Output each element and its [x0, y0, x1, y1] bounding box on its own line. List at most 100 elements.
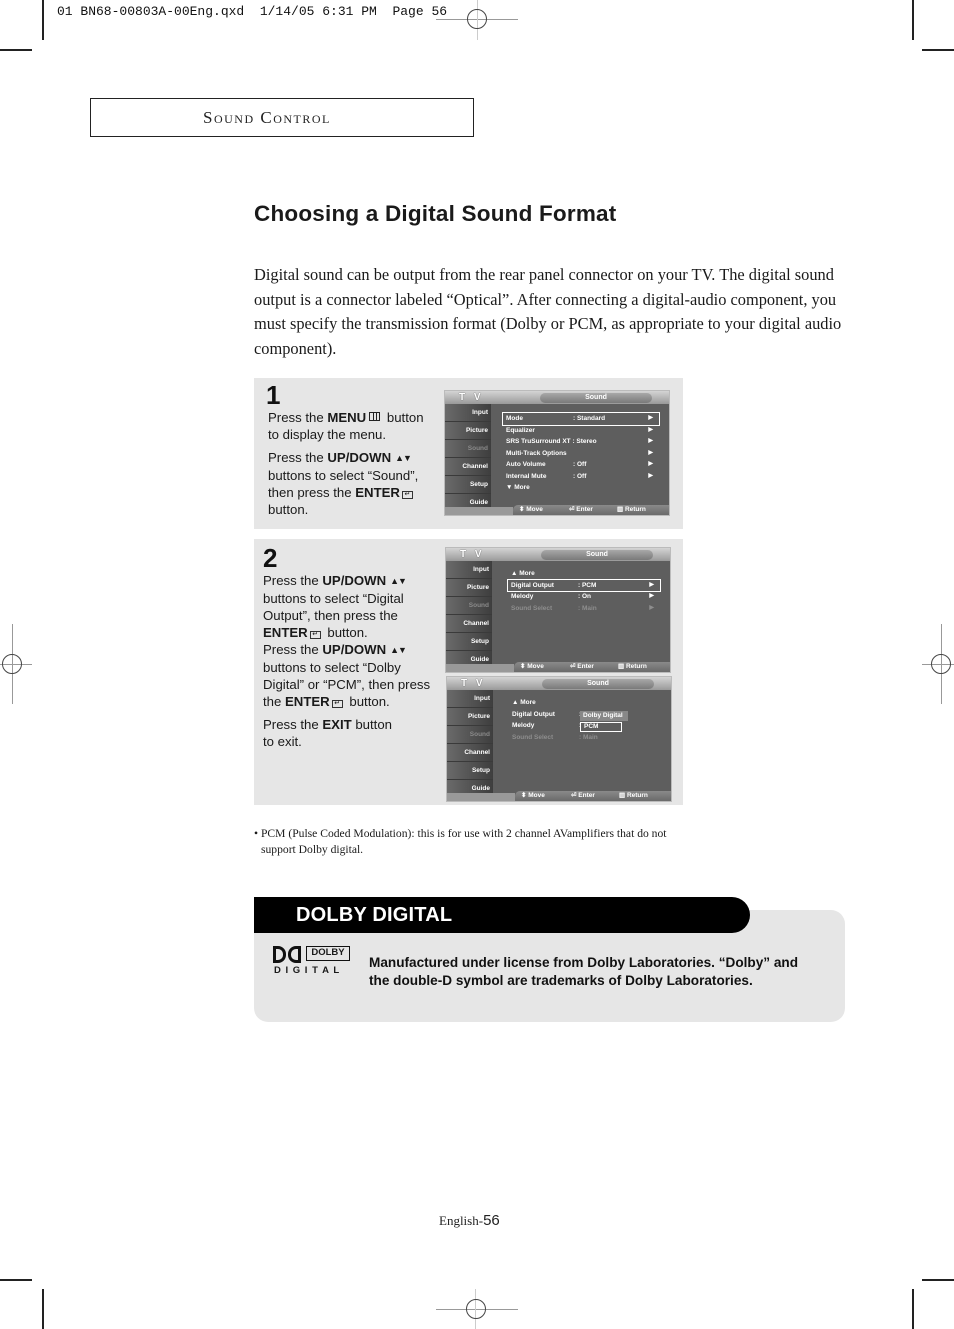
footer-return: ▥ Return: [619, 792, 648, 799]
step-2-number: 2: [263, 543, 278, 573]
tv-menu-tab: Sound: [540, 393, 652, 403]
side-item-picture: Picture: [447, 708, 493, 726]
tv-menu-screen-format-options: T V Sound Input Picture Sound Channel Se…: [446, 676, 672, 802]
footer-return: ▥ Return: [617, 506, 646, 513]
menu-row-equalizer: Equalizer ▶: [503, 425, 659, 437]
crop-mark: [0, 1279, 32, 1281]
tv-menu-tab: Sound: [541, 550, 653, 560]
arrow-right-icon: ▶: [648, 449, 653, 456]
menu-row-digital-output: Digital Output: PCM ▶: [507, 578, 661, 592]
tv-side-menu: Input Picture Sound Channel Setup Guide: [446, 561, 492, 669]
step-1-line-1: Press the MENU button to display the men…: [268, 410, 424, 442]
tv-label: T V: [460, 549, 485, 560]
tv-bottom-strip: [446, 664, 514, 672]
arrow-right-icon: ▶: [648, 472, 653, 479]
menu-row-sound-select: Sound Select: Main: [512, 733, 598, 741]
side-item-input: Input: [445, 404, 491, 422]
step-2-instructions: Press the UP/DOWN ▲▼ buttons to select “D…: [263, 572, 441, 756]
print-slug: 01 BN68-00803A-00Eng.qxd 1/14/05 6:31 PM…: [57, 4, 448, 19]
side-item-setup: Setup: [446, 633, 492, 651]
side-item-channel: Channel: [445, 458, 491, 476]
menu-row-srs: SRS TruSurround XT : Stereo ▶: [503, 436, 659, 448]
step-2-line-2: Press the UP/DOWN ▲▼ buttons to select “D…: [263, 642, 431, 709]
section-header: Sound Control: [90, 98, 474, 137]
page-number: English-56: [439, 1212, 500, 1229]
tv-label: T V: [459, 392, 484, 403]
tv-label: T V: [461, 678, 486, 689]
enter-icon: ↵: [401, 491, 413, 499]
side-item-picture: Picture: [445, 422, 491, 440]
page-title: Choosing a Digital Sound Format: [254, 201, 617, 226]
step-1-instructions: Press the MENU button to display the men…: [268, 409, 438, 524]
menu-row-melody: Melody: On ▶: [508, 591, 660, 603]
footer-enter: ⏎ Enter: [571, 792, 595, 799]
side-item-setup: Setup: [447, 762, 493, 780]
registration-mark: [467, 9, 487, 29]
menu-icon: [369, 412, 381, 421]
crop-mark: [922, 1279, 954, 1281]
arrow-right-icon: ▶: [649, 604, 654, 611]
menu-row-more: ▼ More: [506, 484, 530, 491]
tv-footer: ⬍ Move ⏎ Enter ▥ Return: [513, 505, 669, 515]
menu-row-auto-volume: Auto Volume: Off ▶: [503, 459, 659, 471]
footer-enter: ⏎ Enter: [569, 506, 593, 513]
registration-mark: [931, 654, 951, 674]
enter-icon: ↵: [309, 631, 321, 639]
intro-paragraph: Digital sound can be output from the rea…: [254, 265, 842, 358]
menu-row-mode: Mode: Standard ▶: [502, 412, 660, 426]
side-item-input: Input: [446, 561, 492, 579]
crop-mark: [912, 1289, 914, 1329]
footer-move: ⬍ Move: [519, 506, 543, 513]
registration-mark: [466, 1299, 486, 1319]
enter-icon: ↵: [331, 700, 343, 708]
arrow-right-icon: ▶: [648, 461, 653, 467]
side-item-picture: Picture: [446, 579, 492, 597]
tv-footer: ⬍ Move ⏎ Enter ▥ Return: [514, 662, 670, 672]
double-d-icon: [273, 946, 302, 963]
menu-row-more: ▲ More: [512, 699, 536, 706]
footer-move: ⬍ Move: [520, 663, 544, 670]
tv-menu-screen-sound: T V Sound Input Picture Sound Channel Se…: [444, 390, 670, 516]
footer-move: ⬍ Move: [521, 792, 545, 799]
crop-mark: [42, 0, 44, 40]
step-2-line-1: Press the UP/DOWN ▲▼ buttons to select “D…: [263, 573, 407, 640]
crop-mark: [912, 0, 914, 40]
side-item-input: Input: [447, 690, 493, 708]
menu-row-internal-mute: Internal Mute: Off ▶: [503, 471, 659, 483]
tv-side-menu: Input Picture Sound Channel Setup Guide: [447, 690, 493, 798]
crop-mark: [0, 49, 32, 51]
menu-row-sound-select: Sound Select: Main ▶: [508, 603, 660, 615]
tv-footer: ⬍ Move ⏎ Enter ▥ Return: [515, 791, 671, 801]
dolby-heading: DOLBY DIGITAL: [296, 904, 453, 926]
side-item-sound: Sound: [447, 726, 493, 744]
up-down-icon: ▲▼: [390, 645, 407, 655]
dolby-logo-word: DOLBY: [306, 946, 350, 961]
crop-mark: [922, 49, 954, 51]
section-header-label: Sound Control: [203, 108, 331, 127]
footer-return: ▥ Return: [618, 663, 647, 670]
arrow-right-icon: ▶: [648, 426, 653, 433]
arrow-right-icon: ▶: [648, 438, 653, 444]
menu-row-more: ▲ More: [511, 570, 535, 577]
side-item-sound: Sound: [445, 440, 491, 458]
option-dolby-digital: Dolby Digital: [580, 711, 628, 721]
pcm-note: • PCM (Pulse Coded Modulation): this is …: [254, 827, 667, 856]
side-item-setup: Setup: [445, 476, 491, 494]
tv-menu-screen-digital-output: T V Sound Input Picture Sound Channel Se…: [445, 547, 671, 673]
option-pcm: PCM: [580, 722, 622, 732]
up-down-icon: ▲▼: [395, 453, 412, 463]
dolby-logo-sub: D I G I T A L: [274, 965, 341, 976]
menu-row-multi-track: Multi-Track Options ▶: [503, 448, 659, 460]
crop-mark: [42, 1289, 44, 1329]
tv-bottom-strip: [447, 793, 515, 801]
step-2-line-3: Press the EXIT button to exit.: [263, 717, 393, 749]
footer-enter: ⏎ Enter: [570, 663, 594, 670]
tv-menu-tab: Sound: [542, 679, 654, 689]
step-1-line-2: Press the UP/DOWN ▲▼ buttons to select “S…: [268, 450, 419, 517]
side-item-sound: Sound: [446, 597, 492, 615]
tv-bottom-strip: [445, 507, 513, 515]
up-down-icon: ▲▼: [390, 576, 407, 586]
tv-menu-items: ▲ More Digital Output: PCM ▶ Melody: On ▶ …: [507, 568, 661, 615]
arrow-right-icon: ▶: [649, 593, 654, 599]
registration-mark: [2, 654, 22, 674]
